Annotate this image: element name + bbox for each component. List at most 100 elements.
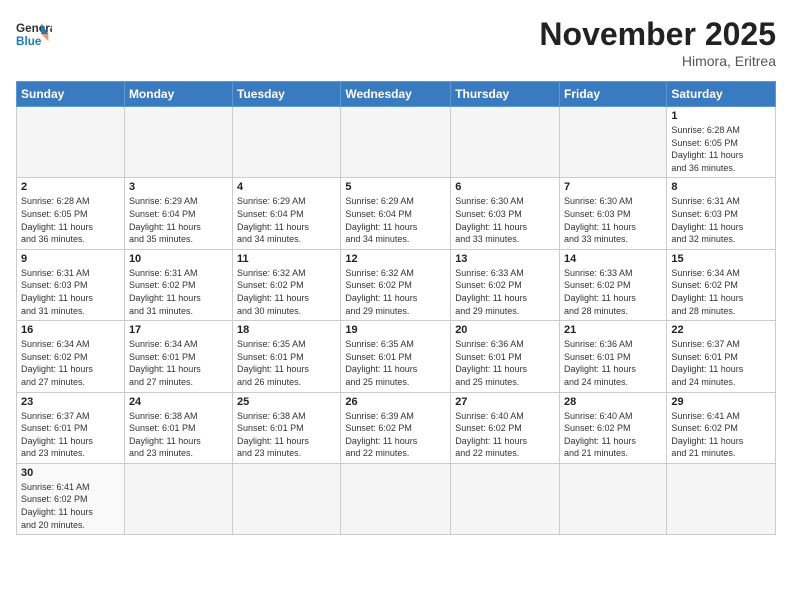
day-info: Sunrise: 6:37 AM Sunset: 6:01 PM Dayligh… — [21, 410, 120, 460]
day-number: 6 — [455, 181, 555, 193]
title-block: November 2025 Himora, Eritrea — [539, 16, 776, 69]
day-info: Sunrise: 6:41 AM Sunset: 6:02 PM Dayligh… — [21, 481, 120, 531]
day-number: 24 — [129, 396, 228, 408]
day-info: Sunrise: 6:34 AM Sunset: 6:02 PM Dayligh… — [21, 338, 120, 388]
calendar-cell: 6 Sunrise: 6:30 AM Sunset: 6:03 PM Daylig… — [451, 178, 560, 249]
calendar-cell — [667, 463, 776, 534]
day-info: Sunrise: 6:33 AM Sunset: 6:02 PM Dayligh… — [564, 267, 662, 317]
day-info: Sunrise: 6:34 AM Sunset: 6:01 PM Dayligh… — [129, 338, 228, 388]
calendar-cell: 21 Sunrise: 6:36 AM Sunset: 6:01 PM Dayli… — [560, 321, 667, 392]
calendar-week-row: 1Sunrise: 6:28 AM Sunset: 6:05 PM Daylig… — [17, 107, 776, 178]
day-info: Sunrise: 6:29 AM Sunset: 6:04 PM Dayligh… — [345, 195, 446, 245]
weekday-header: Tuesday — [233, 82, 341, 107]
day-info: Sunrise: 6:37 AM Sunset: 6:01 PM Dayligh… — [671, 338, 771, 388]
calendar-cell — [124, 463, 232, 534]
day-number: 23 — [21, 396, 120, 408]
day-number: 15 — [671, 253, 771, 265]
calendar-table: SundayMondayTuesdayWednesdayThursdayFrid… — [16, 81, 776, 535]
day-number: 12 — [345, 253, 446, 265]
day-info: Sunrise: 6:40 AM Sunset: 6:02 PM Dayligh… — [455, 410, 555, 460]
calendar-cell: 18 Sunrise: 6:35 AM Sunset: 6:01 PM Dayli… — [233, 321, 341, 392]
day-number: 8 — [671, 181, 771, 193]
day-number: 25 — [237, 396, 336, 408]
calendar-cell — [341, 463, 451, 534]
calendar-cell: 7 Sunrise: 6:30 AM Sunset: 6:03 PM Daylig… — [560, 178, 667, 249]
calendar-cell: 22 Sunrise: 6:37 AM Sunset: 6:01 PM Dayli… — [667, 321, 776, 392]
day-number: 4 — [237, 181, 336, 193]
weekday-header: Wednesday — [341, 82, 451, 107]
calendar-cell: 27 Sunrise: 6:40 AM Sunset: 6:02 PM Dayli… — [451, 392, 560, 463]
calendar-cell — [560, 107, 667, 178]
day-info: Sunrise: 6:34 AM Sunset: 6:02 PM Dayligh… — [671, 267, 771, 317]
month-title: November 2025 — [539, 16, 776, 53]
day-number: 2 — [21, 181, 120, 193]
calendar-cell: 19 Sunrise: 6:35 AM Sunset: 6:01 PM Dayli… — [341, 321, 451, 392]
calendar-cell — [451, 107, 560, 178]
calendar-cell — [233, 463, 341, 534]
calendar-cell: 13Sunrise: 6:33 AM Sunset: 6:02 PM Dayli… — [451, 249, 560, 320]
day-info: Sunrise: 6:35 AM Sunset: 6:01 PM Dayligh… — [237, 338, 336, 388]
calendar-cell — [17, 107, 125, 178]
day-number: 14 — [564, 253, 662, 265]
day-info: Sunrise: 6:29 AM Sunset: 6:04 PM Dayligh… — [237, 195, 336, 245]
calendar-cell: 9 Sunrise: 6:31 AM Sunset: 6:03 PM Daylig… — [17, 249, 125, 320]
day-number: 30 — [21, 467, 120, 479]
day-number: 18 — [237, 324, 336, 336]
calendar-week-row: 16Sunrise: 6:34 AM Sunset: 6:02 PM Dayli… — [17, 321, 776, 392]
calendar-cell: 29 Sunrise: 6:41 AM Sunset: 6:02 PM Dayli… — [667, 392, 776, 463]
location: Himora, Eritrea — [539, 53, 776, 69]
calendar-week-row: 2Sunrise: 6:28 AM Sunset: 6:05 PM Daylig… — [17, 178, 776, 249]
day-info: Sunrise: 6:30 AM Sunset: 6:03 PM Dayligh… — [455, 195, 555, 245]
calendar-week-row: 30 Sunrise: 6:41 AM Sunset: 6:02 PM Dayli… — [17, 463, 776, 534]
day-info: Sunrise: 6:29 AM Sunset: 6:04 PM Dayligh… — [129, 195, 228, 245]
calendar-cell — [233, 107, 341, 178]
day-number: 29 — [671, 396, 771, 408]
calendar-cell: 25 Sunrise: 6:38 AM Sunset: 6:01 PM Dayli… — [233, 392, 341, 463]
weekday-header: Friday — [560, 82, 667, 107]
day-number: 20 — [455, 324, 555, 336]
day-number: 27 — [455, 396, 555, 408]
calendar-cell: 2Sunrise: 6:28 AM Sunset: 6:05 PM Daylig… — [17, 178, 125, 249]
day-info: Sunrise: 6:32 AM Sunset: 6:02 PM Dayligh… — [237, 267, 336, 317]
day-number: 3 — [129, 181, 228, 193]
day-info: Sunrise: 6:31 AM Sunset: 6:03 PM Dayligh… — [21, 267, 120, 317]
day-number: 28 — [564, 396, 662, 408]
calendar-cell: 24 Sunrise: 6:38 AM Sunset: 6:01 PM Dayli… — [124, 392, 232, 463]
day-number: 22 — [671, 324, 771, 336]
calendar-cell: 3 Sunrise: 6:29 AM Sunset: 6:04 PM Daylig… — [124, 178, 232, 249]
day-info: Sunrise: 6:40 AM Sunset: 6:02 PM Dayligh… — [564, 410, 662, 460]
day-info: Sunrise: 6:30 AM Sunset: 6:03 PM Dayligh… — [564, 195, 662, 245]
calendar-cell: 23 Sunrise: 6:37 AM Sunset: 6:01 PM Dayli… — [17, 392, 125, 463]
calendar-cell: 5Sunrise: 6:29 AM Sunset: 6:04 PM Daylig… — [341, 178, 451, 249]
weekday-header: Thursday — [451, 82, 560, 107]
day-info: Sunrise: 6:41 AM Sunset: 6:02 PM Dayligh… — [671, 410, 771, 460]
day-number: 11 — [237, 253, 336, 265]
calendar-cell — [341, 107, 451, 178]
day-number: 19 — [345, 324, 446, 336]
day-number: 7 — [564, 181, 662, 193]
day-number: 10 — [129, 253, 228, 265]
calendar-cell: 28 Sunrise: 6:40 AM Sunset: 6:02 PM Dayli… — [560, 392, 667, 463]
day-info: Sunrise: 6:39 AM Sunset: 6:02 PM Dayligh… — [345, 410, 446, 460]
day-info: Sunrise: 6:38 AM Sunset: 6:01 PM Dayligh… — [237, 410, 336, 460]
day-info: Sunrise: 6:38 AM Sunset: 6:01 PM Dayligh… — [129, 410, 228, 460]
logo-icon: General Blue — [16, 16, 52, 52]
calendar-cell: 30 Sunrise: 6:41 AM Sunset: 6:02 PM Dayli… — [17, 463, 125, 534]
day-number: 13 — [455, 253, 555, 265]
day-number: 26 — [345, 396, 446, 408]
day-number: 17 — [129, 324, 228, 336]
day-info: Sunrise: 6:36 AM Sunset: 6:01 PM Dayligh… — [564, 338, 662, 388]
weekday-header: Saturday — [667, 82, 776, 107]
day-number: 1 — [671, 110, 771, 122]
calendar-cell — [560, 463, 667, 534]
weekday-header-row: SundayMondayTuesdayWednesdayThursdayFrid… — [17, 82, 776, 107]
calendar-cell: 1Sunrise: 6:28 AM Sunset: 6:05 PM Daylig… — [667, 107, 776, 178]
calendar-week-row: 23 Sunrise: 6:37 AM Sunset: 6:01 PM Dayli… — [17, 392, 776, 463]
day-info: Sunrise: 6:32 AM Sunset: 6:02 PM Dayligh… — [345, 267, 446, 317]
day-info: Sunrise: 6:31 AM Sunset: 6:03 PM Dayligh… — [671, 195, 771, 245]
day-info: Sunrise: 6:36 AM Sunset: 6:01 PM Dayligh… — [455, 338, 555, 388]
day-info: Sunrise: 6:35 AM Sunset: 6:01 PM Dayligh… — [345, 338, 446, 388]
day-number: 21 — [564, 324, 662, 336]
day-number: 9 — [21, 253, 120, 265]
calendar-cell: 20 Sunrise: 6:36 AM Sunset: 6:01 PM Dayli… — [451, 321, 560, 392]
